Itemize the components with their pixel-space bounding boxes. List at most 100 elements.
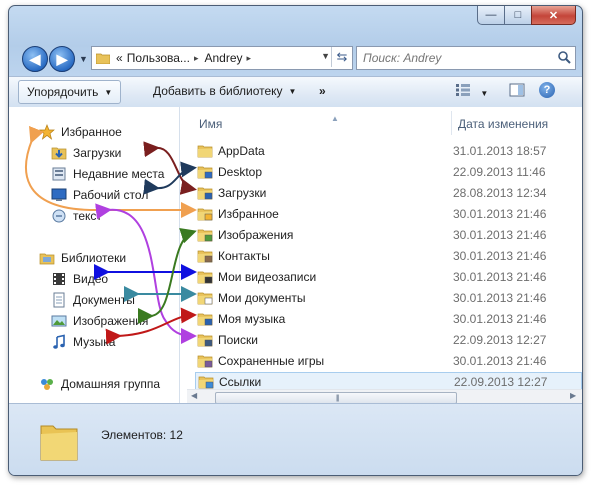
nav-item-music[interactable]: Музыка xyxy=(51,333,115,351)
close-button[interactable]: ✕ xyxy=(531,6,576,25)
search-icon[interactable] xyxy=(557,50,571,64)
file-row[interactable]: Моя музыка 30.01.2013 21:46 xyxy=(195,309,580,329)
homegroup-icon xyxy=(41,379,53,390)
file-row[interactable]: Загрузки 28.08.2013 12:34 xyxy=(195,183,580,203)
file-name: Мои документы xyxy=(218,291,306,305)
file-name: Поиски xyxy=(218,333,258,347)
scroll-left-arrow-icon[interactable]: ◀ xyxy=(191,391,197,400)
recent-places-icon xyxy=(52,167,66,181)
help-icon: ? xyxy=(539,82,555,98)
nav-favorites[interactable]: Избранное xyxy=(39,123,122,141)
nav-item-downloads[interactable]: Загрузки xyxy=(51,144,121,162)
nav-item-pictures[interactable]: Изображения xyxy=(51,312,148,330)
forward-button[interactable]: ▶ xyxy=(49,46,75,72)
address-dropdown[interactable]: ▼ xyxy=(321,51,330,61)
preview-pane-button[interactable] xyxy=(509,83,525,100)
breadcrumb-separator[interactable]: ▸ xyxy=(247,53,252,64)
content-area: Избранное Загрузки Недавние места Рабочи… xyxy=(9,107,582,404)
refresh-button[interactable]: ⇆ xyxy=(331,47,352,67)
more-commands-button[interactable]: » xyxy=(319,84,326,98)
add-to-library-button[interactable]: Добавить в библиотеку ▼ xyxy=(153,84,296,98)
desktop-icon xyxy=(51,188,67,201)
search-input[interactable] xyxy=(357,50,555,66)
scroll-right-arrow-icon[interactable]: ▶ xyxy=(570,391,576,400)
file-date: 30.01.2013 21:46 xyxy=(453,249,547,263)
column-name-label: Имя xyxy=(199,117,223,131)
file-name: Ссылки xyxy=(219,375,262,389)
back-button[interactable]: ◀ xyxy=(22,46,48,72)
breadcrumb-andrey[interactable]: Andrey xyxy=(204,51,242,65)
music-icon xyxy=(53,334,65,349)
chevron-down-icon: ▼ xyxy=(104,88,113,97)
organize-button[interactable]: Упорядочить ▼ xyxy=(18,80,122,104)
file-list[interactable]: ▲ Имя Дата изменения AppData 31.01.2013 … xyxy=(187,107,582,403)
file-name: Избранное xyxy=(218,207,279,221)
nav-item-text[interactable]: текст xyxy=(51,207,102,225)
searches-folder-icon xyxy=(197,334,213,347)
nav-item-recent-places[interactable]: Недавние места xyxy=(51,165,164,183)
breadcrumb-separator[interactable]: ▸ xyxy=(194,53,199,64)
organize-label: Упорядочить xyxy=(27,85,99,99)
minimize-button[interactable]: — xyxy=(477,6,505,25)
file-name: Контакты xyxy=(218,249,270,263)
documents-icon xyxy=(53,292,65,308)
folder-large-icon xyxy=(40,425,78,461)
documents-folder-icon xyxy=(197,292,213,305)
horizontal-scrollbar[interactable]: ◀ ||| ▶ xyxy=(187,389,582,404)
nav-item-label: Рабочий стол xyxy=(73,188,149,202)
column-header-name[interactable]: ▲ Имя xyxy=(199,114,339,131)
nav-item-label: Изображения xyxy=(73,314,149,328)
address-bar[interactable]: « Пользова... ▸ Andrey ▸ ▼ ⇆ xyxy=(91,46,353,70)
file-date: 30.01.2013 21:46 xyxy=(453,228,547,242)
nav-libraries[interactable]: Библиотеки xyxy=(39,249,126,267)
file-name: Desktop xyxy=(218,165,263,179)
nav-homegroup[interactable]: Домашняя группа xyxy=(39,375,160,393)
links-folder-icon xyxy=(198,376,214,389)
file-row[interactable]: Desktop 22.09.2013 11:46 xyxy=(195,162,580,182)
caption-buttons: — □ ✕ xyxy=(477,6,576,25)
help-button[interactable]: ? xyxy=(539,82,555,98)
folder-icon xyxy=(96,53,110,64)
column-divider[interactable] xyxy=(451,111,452,135)
file-row[interactable]: Сохраненные игры 30.01.2013 21:46 xyxy=(195,351,580,371)
pane-splitter[interactable] xyxy=(179,107,180,403)
nav-libraries-label: Библиотеки xyxy=(61,251,127,265)
file-row[interactable]: Контакты 30.01.2013 21:46 xyxy=(195,246,580,266)
chevron-down-icon: ▼ xyxy=(288,87,297,96)
contacts-folder-icon xyxy=(197,250,213,263)
file-date: 31.01.2013 18:57 xyxy=(453,144,547,158)
view-options-icon xyxy=(456,84,470,96)
nav-item-label: Недавние места xyxy=(73,167,165,181)
file-row[interactable]: Изображения 30.01.2013 21:46 xyxy=(195,225,580,245)
nav-item-label: Видео xyxy=(73,272,109,286)
file-date: 30.01.2013 21:46 xyxy=(453,312,547,326)
nav-item-desktop[interactable]: Рабочий стол xyxy=(51,186,148,204)
file-date: 30.01.2013 21:46 xyxy=(453,270,547,284)
file-row[interactable]: Избранное 30.01.2013 21:46 xyxy=(195,204,580,224)
breadcrumb-users[interactable]: Пользова... xyxy=(127,51,190,65)
file-date: 22.09.2013 12:27 xyxy=(454,375,548,389)
file-row[interactable]: Мои видеозаписи 30.01.2013 21:46 xyxy=(195,267,580,287)
navigation-pane[interactable]: Избранное Загрузки Недавние места Рабочи… xyxy=(9,107,169,403)
file-row[interactable]: Поиски 22.09.2013 12:27 xyxy=(195,330,580,350)
file-row[interactable]: AppData 31.01.2013 18:57 xyxy=(195,141,580,161)
file-name: Сохраненные игры xyxy=(218,354,325,368)
views-button[interactable]: ▼ xyxy=(455,83,488,100)
nav-item-documents[interactable]: Документы xyxy=(51,291,135,309)
nav-item-videos[interactable]: Видео xyxy=(51,270,108,288)
nav-favorites-label: Избранное xyxy=(61,125,122,139)
column-header-date[interactable]: Дата изменения xyxy=(458,117,548,131)
maximize-button[interactable]: □ xyxy=(504,6,532,25)
file-name: AppData xyxy=(218,144,265,158)
recent-pages-dropdown[interactable]: ▼ xyxy=(79,54,88,64)
search-box[interactable] xyxy=(356,46,576,70)
add-to-library-label: Добавить в библиотеку xyxy=(153,84,283,98)
file-row[interactable]: Мои документы 30.01.2013 21:46 xyxy=(195,288,580,308)
nav-item-label: Документы xyxy=(73,293,135,307)
nav-item-label: Музыка xyxy=(73,335,116,349)
chevron-down-icon: ▼ xyxy=(480,89,489,98)
downloads-folder-icon xyxy=(197,187,213,200)
breadcrumb-prefix[interactable]: « xyxy=(116,51,123,65)
videos-folder-icon xyxy=(197,271,213,284)
pictures-folder-icon xyxy=(197,229,213,242)
